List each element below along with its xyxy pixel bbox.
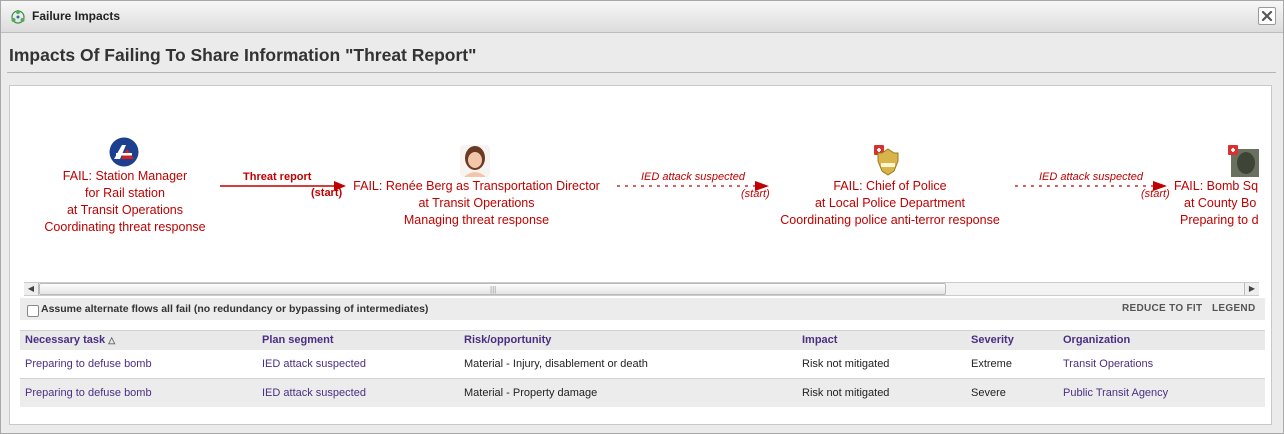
bomb-squad-photo-icon	[1228, 145, 1259, 177]
risk-cell: Material - Property damage	[464, 387, 598, 399]
graph-node-bomb-squad[interactable]: FAIL: Bomb Sq at County Bo Preparing to …	[1174, 178, 1259, 229]
network-icon	[11, 10, 25, 24]
column-header-label: Necessary task	[25, 334, 106, 346]
scrollbar-thumb[interactable]: |||	[39, 283, 946, 295]
edge-sublabel: (start)	[1141, 188, 1170, 200]
plan-segment-link[interactable]: IED attack suspected	[262, 358, 366, 370]
graph-node-transportation-director[interactable]: FAIL: Renée Berg as Transportation Direc…	[339, 178, 614, 229]
task-link[interactable]: Preparing to defuse bomb	[25, 358, 152, 370]
node-line: FAIL: Station Manager	[62, 169, 188, 183]
organization-link[interactable]: Transit Operations	[1063, 358, 1153, 370]
node-line: FAIL: Bomb Sq	[1174, 179, 1259, 193]
scroll-left-icon[interactable]: ◀	[24, 283, 39, 295]
column-header-necessary-task[interactable]: Necessary task △	[25, 334, 115, 346]
impact-cell: Risk not mitigated	[802, 387, 890, 399]
dialog-title: Failure Impacts	[32, 9, 121, 23]
column-header-risk-opportunity[interactable]: Risk/opportunity	[464, 334, 551, 346]
task-link[interactable]: Preparing to defuse bomb	[25, 387, 152, 399]
graph-node-station-manager[interactable]: FAIL: Station Manager for Rail station a…	[25, 168, 225, 236]
sort-ascending-icon: △	[108, 335, 116, 345]
reduce-to-fit-button[interactable]: REDUCE TO FIT	[1122, 303, 1202, 314]
column-header-organization[interactable]: Organization	[1063, 334, 1130, 346]
node-line: Managing threat response	[403, 213, 550, 227]
impact-cell: Risk not mitigated	[802, 358, 890, 370]
node-line: FAIL: Renée Berg as Transportation Direc…	[353, 179, 600, 193]
table-row: Preparing to defuse bomb IED attack susp…	[20, 378, 1265, 407]
table-header: Necessary task △ Plan segment Risk/oppor…	[20, 330, 1265, 351]
node-line: Preparing to d	[1180, 213, 1259, 227]
graph-node-chief-of-police[interactable]: FAIL: Chief of Police at Local Police De…	[760, 178, 1020, 229]
dialog-titlebar[interactable]: Failure Impacts	[1, 1, 1283, 33]
node-line: FAIL: Chief of Police	[833, 179, 947, 193]
page-title: Impacts Of Failing To Share Information …	[9, 45, 477, 65]
severity-cell: Extreme	[971, 358, 1012, 370]
organization-link[interactable]: Public Transit Agency	[1063, 387, 1168, 399]
node-line: at County Bo	[1184, 196, 1257, 210]
title-divider	[7, 72, 1276, 73]
edge-sublabel: (start)	[311, 187, 343, 199]
column-header-severity[interactable]: Severity	[971, 334, 1014, 346]
close-icon	[1261, 10, 1273, 22]
alternate-flows-checkbox[interactable]	[27, 305, 39, 317]
grip-icon: |||	[490, 285, 497, 294]
flow-graph[interactable]: FAIL: Station Manager for Rail station a…	[23, 97, 1259, 297]
table-row: Preparing to defuse bomb IED attack susp…	[20, 350, 1265, 378]
node-line: at Local Police Department	[814, 196, 966, 210]
node-line: for Rail station	[85, 186, 165, 200]
node-line: at Transit Operations	[66, 203, 184, 217]
graph-horizontal-scrollbar[interactable]: ◀ ||| ▶	[24, 282, 1259, 296]
alternate-flows-label: Assume alternate flows all fail (no redu…	[41, 303, 429, 315]
legend-button[interactable]: LEGEND	[1212, 303, 1255, 314]
police-badge-icon	[874, 145, 900, 177]
node-line: Coordinating police anti-terror response	[780, 213, 1000, 227]
column-header-plan-segment[interactable]: Plan segment	[262, 334, 334, 346]
risk-cell: Material - Injury, disablement or death	[464, 358, 648, 370]
plan-segment-link[interactable]: IED attack suspected	[262, 387, 366, 399]
column-header-impact[interactable]: Impact	[802, 334, 837, 346]
severity-cell: Severe	[971, 387, 1006, 399]
rail-agency-logo-icon	[109, 137, 139, 167]
person-photo-icon	[460, 145, 490, 177]
node-line: Coordinating threat response	[44, 220, 206, 234]
node-line: at Transit Operations	[418, 196, 535, 210]
close-button[interactable]	[1258, 7, 1276, 25]
scroll-right-icon[interactable]: ▶	[1244, 283, 1259, 295]
